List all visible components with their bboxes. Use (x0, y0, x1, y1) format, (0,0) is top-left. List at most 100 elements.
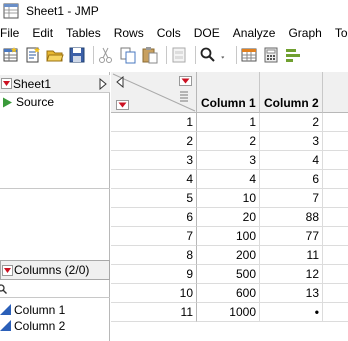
column-name: Column 2 (14, 319, 66, 333)
data-table-icon[interactable] (240, 46, 258, 64)
empty-cell[interactable] (323, 284, 348, 303)
journal-icon[interactable] (170, 46, 188, 64)
title-bar: Sheet1 - JMP (0, 0, 348, 21)
menu-bar: File Edit Tables Rows Cols DOE Analyze G… (0, 24, 348, 42)
row-number[interactable]: 9 (111, 265, 197, 284)
row-label-icon[interactable] (179, 90, 189, 102)
red-triangle-menu-icon[interactable] (1, 78, 12, 89)
cell-column-1[interactable]: 4 (197, 170, 260, 189)
continuous-column-icon (0, 320, 11, 331)
cell-column-1[interactable]: 1000 (197, 303, 260, 322)
menu-tools[interactable]: Too (335, 26, 348, 40)
column-header-2[interactable]: Column 2 (260, 72, 323, 113)
empty-cell[interactable] (323, 208, 348, 227)
source-script-row[interactable]: Source (0, 93, 54, 111)
rows-hotspot-icon[interactable] (116, 100, 129, 110)
toolbar-separator (93, 46, 94, 64)
toolbar-separator (195, 46, 196, 64)
cut-icon[interactable] (97, 46, 115, 64)
more-dropdown-icon[interactable] (221, 46, 229, 64)
column-list-item[interactable]: Column 1 (0, 302, 65, 318)
menu-analyze[interactable]: Analyze (233, 26, 276, 40)
menu-doe[interactable]: DOE (194, 26, 220, 40)
menu-rows[interactable]: Rows (114, 26, 144, 40)
menu-cols[interactable]: Cols (157, 26, 181, 40)
row-number[interactable]: 10 (111, 284, 197, 303)
search-icon[interactable] (0, 283, 7, 294)
cell-column-2[interactable]: • (260, 303, 323, 322)
cell-column-1[interactable]: 2 (197, 132, 260, 151)
empty-cell[interactable] (323, 132, 348, 151)
row-number[interactable]: 7 (111, 227, 197, 246)
cell-column-1[interactable]: 500 (197, 265, 260, 284)
cell-column-1[interactable]: 600 (197, 284, 260, 303)
empty-cell[interactable] (323, 227, 348, 246)
columns-panel: Columns (2/0) Column 1 Column 2 (0, 189, 110, 341)
cell-column-2[interactable]: 4 (260, 151, 323, 170)
new-table-icon[interactable] (2, 46, 20, 64)
row-number[interactable]: 11 (111, 303, 197, 322)
cell-column-1[interactable]: 20 (197, 208, 260, 227)
row-number[interactable]: 6 (111, 208, 197, 227)
empty-cell[interactable] (323, 265, 348, 284)
menu-edit[interactable]: Edit (32, 26, 53, 40)
copy-icon[interactable] (119, 46, 137, 64)
grid-corner[interactable] (111, 72, 197, 113)
cell-column-2[interactable]: 3 (260, 132, 323, 151)
new-script-icon[interactable] (24, 46, 42, 64)
cell-column-1[interactable]: 1 (197, 113, 260, 132)
column-header-label: Column 1 (201, 96, 256, 110)
cell-column-1[interactable]: 100 (197, 227, 260, 246)
row-number[interactable]: 2 (111, 132, 197, 151)
column-header-1[interactable]: Column 1 (197, 72, 260, 113)
cell-column-1[interactable]: 200 (197, 246, 260, 265)
columns-count-label: Columns (2/0) (14, 263, 90, 277)
save-icon[interactable] (68, 46, 86, 64)
empty-cell[interactable] (323, 303, 348, 322)
empty-cell[interactable] (323, 246, 348, 265)
source-label: Source (16, 95, 55, 109)
row-number[interactable]: 5 (111, 189, 197, 208)
menu-graph[interactable]: Graph (288, 26, 321, 40)
cell-column-2[interactable]: 6 (260, 170, 323, 189)
cell-column-2[interactable]: 2 (260, 113, 323, 132)
empty-cell[interactable] (323, 170, 348, 189)
cell-column-2[interactable]: 88 (260, 208, 323, 227)
empty-column-header[interactable] (323, 72, 348, 113)
empty-cell[interactable] (323, 113, 348, 132)
row-number[interactable]: 4 (111, 170, 197, 189)
continuous-column-icon (0, 304, 11, 315)
red-triangle-menu-icon[interactable] (2, 264, 13, 276)
open-icon[interactable] (46, 46, 64, 64)
columns-hotspot-icon[interactable] (179, 76, 192, 86)
cell-column-2[interactable]: 77 (260, 227, 323, 246)
collapse-panel-icon[interactable] (99, 78, 107, 90)
cell-column-2[interactable]: 7 (260, 189, 323, 208)
menu-tables[interactable]: Tables (66, 26, 101, 40)
cell-column-2[interactable]: 12 (260, 265, 323, 284)
empty-cell[interactable] (323, 189, 348, 208)
cell-column-1[interactable]: 3 (197, 151, 260, 170)
cell-column-2[interactable]: 13 (260, 284, 323, 303)
search-icon[interactable] (199, 46, 217, 64)
empty-cell[interactable] (323, 151, 348, 170)
menu-file[interactable]: File (0, 26, 19, 40)
table-panel-header[interactable]: Sheet1 (0, 75, 110, 93)
cell-column-2[interactable]: 11 (260, 246, 323, 265)
column-filter-row[interactable] (0, 280, 110, 298)
left-panel: Sheet1 Source Columns (2/0) Column 1 Col… (0, 72, 110, 341)
distribution-icon[interactable] (284, 46, 302, 64)
columns-panel-header[interactable]: Columns (2/0) (0, 260, 110, 280)
cell-column-1[interactable]: 10 (197, 189, 260, 208)
row-number[interactable]: 1 (111, 113, 197, 132)
data-grid: Column 1 Column 2 1 1 2 2 2 3 3 3 4 4 4 6 5 10 7 6 20 88 7… (111, 72, 348, 341)
table-name: Sheet1 (13, 76, 52, 91)
select-columns-arrow-icon[interactable] (115, 76, 125, 88)
row-number[interactable]: 8 (111, 246, 197, 265)
paste-icon[interactable] (141, 46, 159, 64)
row-number[interactable]: 3 (111, 151, 197, 170)
jmp-app-icon (3, 3, 19, 18)
calculator-icon[interactable] (262, 46, 280, 64)
run-script-icon[interactable] (2, 97, 13, 108)
column-list-item[interactable]: Column 2 (0, 318, 65, 334)
